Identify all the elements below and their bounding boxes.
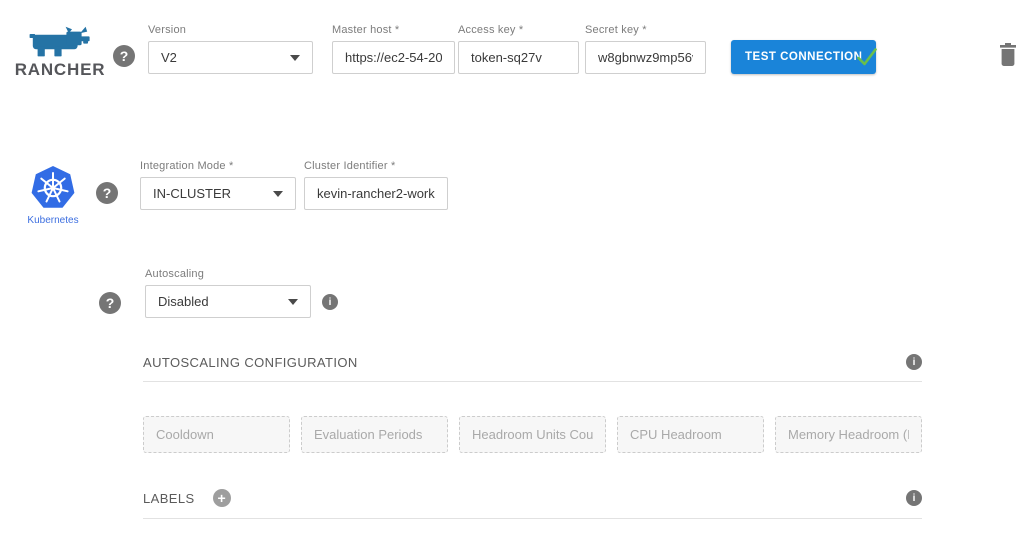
secret-key-input[interactable] — [585, 41, 706, 74]
rancher-wordmark: RANCHER — [10, 60, 110, 80]
info-icon[interactable]: i — [322, 294, 338, 310]
cluster-identifier-label: Cluster Identifier * — [304, 160, 448, 172]
cluster-identifier-field: Cluster Identifier * — [304, 160, 448, 210]
cooldown-input — [143, 416, 290, 453]
integration-mode-field: Integration Mode * IN-CLUSTER — [140, 160, 296, 210]
delete-trash-icon[interactable] — [999, 43, 1017, 66]
autoscaling-configuration-title: AUTOSCALING CONFIGURATION — [143, 355, 358, 370]
access-key-input[interactable] — [458, 41, 579, 74]
help-icon[interactable]: ? — [113, 45, 135, 67]
master-host-field: Master host * — [332, 24, 455, 74]
secret-key-field: Secret key * — [585, 24, 706, 74]
success-check-icon — [855, 45, 879, 69]
access-key-label: Access key * — [458, 24, 579, 36]
help-glyph: ? — [120, 48, 129, 64]
kubernetes-logo: Kubernetes — [20, 164, 86, 226]
chevron-down-icon — [290, 55, 300, 61]
rancher-logo: RANCHER — [10, 26, 110, 80]
rancher-bull-icon — [27, 26, 93, 58]
integration-mode-select[interactable]: IN-CLUSTER — [140, 177, 296, 210]
version-value: V2 — [161, 50, 177, 65]
plus-glyph: + — [217, 490, 225, 506]
version-select[interactable]: V2 — [148, 41, 313, 74]
secret-key-label: Secret key * — [585, 24, 706, 36]
chevron-down-icon — [273, 191, 283, 197]
access-key-field: Access key * — [458, 24, 579, 74]
help-glyph: ? — [106, 295, 115, 311]
info-icon[interactable]: i — [906, 490, 922, 506]
integration-settings-page: RANCHER ? Version V2 Master host * Acces… — [0, 0, 1024, 550]
add-label-button[interactable]: + — [213, 489, 231, 507]
autoscaling-field: Autoscaling Disabled — [145, 268, 311, 318]
master-host-label: Master host * — [332, 24, 455, 36]
memory-headroom-input — [775, 416, 922, 453]
autoscaling-configuration-section: AUTOSCALING CONFIGURATION i — [143, 354, 922, 382]
labels-section: LABELS + i — [143, 489, 922, 519]
integration-mode-label: Integration Mode * — [140, 160, 296, 172]
autoscaling-select[interactable]: Disabled — [145, 285, 311, 318]
version-field: Version V2 — [148, 24, 313, 74]
kubernetes-wordmark: Kubernetes — [20, 215, 86, 226]
integration-mode-value: IN-CLUSTER — [153, 186, 231, 201]
cluster-identifier-input[interactable] — [304, 177, 448, 210]
info-glyph: i — [329, 297, 332, 308]
autoscaling-value: Disabled — [158, 294, 209, 309]
help-icon[interactable]: ? — [96, 182, 118, 204]
help-glyph: ? — [103, 185, 112, 201]
cpu-headroom-input — [617, 416, 764, 453]
labels-title: LABELS — [143, 491, 195, 506]
section-divider — [143, 381, 922, 382]
info-glyph: i — [913, 493, 916, 504]
help-icon[interactable]: ? — [99, 292, 121, 314]
section-divider — [143, 518, 922, 519]
master-host-input[interactable] — [332, 41, 455, 74]
autoscaling-config-fields — [143, 416, 922, 453]
kubernetes-helm-icon — [29, 164, 77, 212]
headroom-units-count-input — [459, 416, 606, 453]
info-icon[interactable]: i — [906, 354, 922, 370]
evaluation-periods-input — [301, 416, 448, 453]
version-label: Version — [148, 24, 313, 36]
autoscaling-label: Autoscaling — [145, 268, 311, 280]
info-glyph: i — [913, 357, 916, 368]
chevron-down-icon — [288, 299, 298, 305]
